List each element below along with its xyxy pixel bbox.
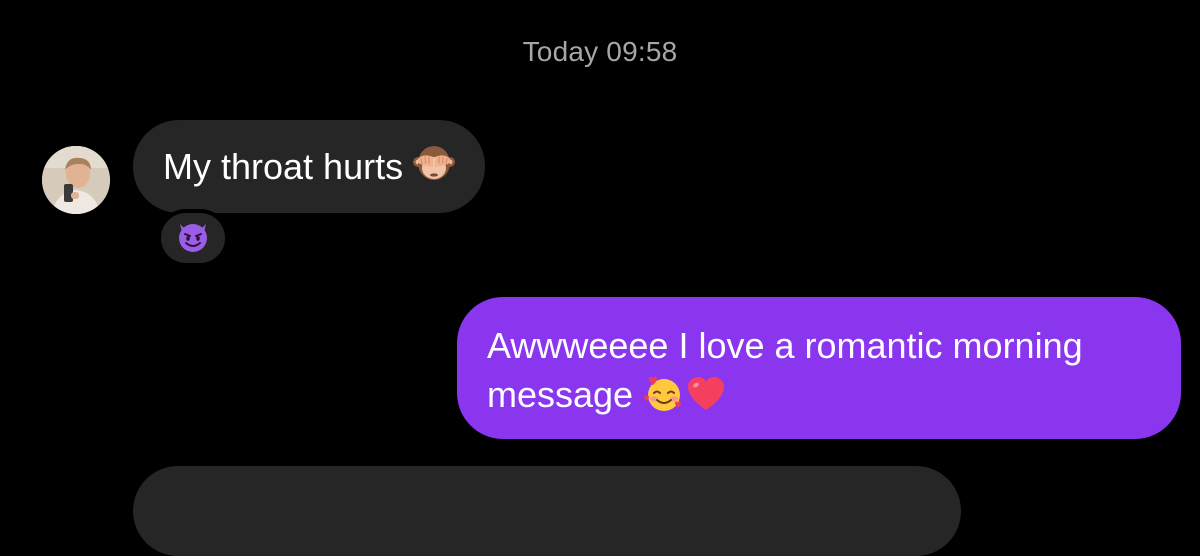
see-no-evil-monkey-emoji-icon bbox=[413, 141, 456, 192]
smiling-face-with-hearts-emoji-icon bbox=[643, 373, 685, 427]
outgoing-message-line-1: Awwweeee I love a romantic morning bbox=[487, 325, 1083, 366]
smiling-devil-emoji-icon bbox=[176, 219, 210, 258]
sender-avatar[interactable] bbox=[42, 146, 110, 214]
outgoing-message-bubble[interactable]: Awwweeee I love a romantic morning messa… bbox=[457, 297, 1181, 439]
outgoing-message-line-2: message bbox=[487, 370, 1151, 427]
outgoing-message-text: message bbox=[487, 374, 634, 415]
message-reaction[interactable] bbox=[157, 209, 229, 267]
incoming-message-bubble[interactable]: My throat hurts bbox=[133, 120, 486, 213]
incoming-message-text: My throat hurts bbox=[163, 145, 404, 187]
next-incoming-message-bubble[interactable] bbox=[133, 466, 961, 556]
message-timestamp: Today 09:58 bbox=[522, 36, 678, 67]
red-heart-emoji-icon bbox=[685, 373, 727, 427]
